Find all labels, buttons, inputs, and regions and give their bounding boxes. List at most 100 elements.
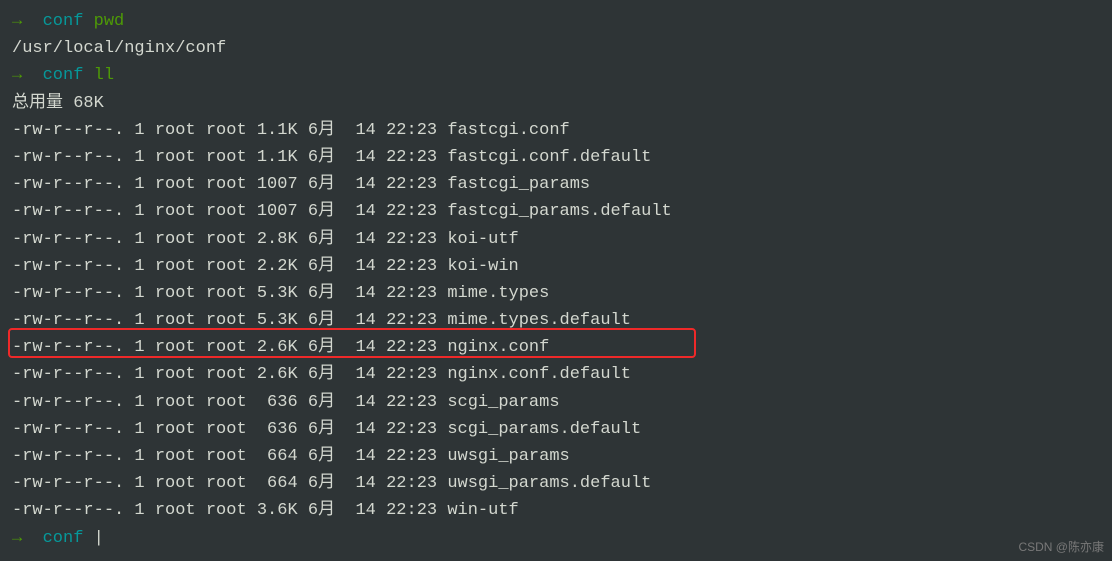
file-entry-row: -rw-r--r--. 1 root root 1.1K 6月 14 22:23… (12, 144, 1100, 171)
file-links: 1 (134, 257, 144, 276)
file-group: root (206, 257, 247, 276)
file-name: fastcgi.conf (447, 121, 569, 140)
ll-summary-text: 总用量 68K (12, 94, 104, 113)
file-entry-row: -rw-r--r--. 1 root root 636 6月 14 22:23 … (12, 416, 1100, 443)
file-size: 1.1K (257, 148, 298, 167)
file-size: 664 (257, 474, 298, 493)
file-links: 1 (134, 148, 144, 167)
file-owner: root (155, 148, 196, 167)
file-month: 6月 (308, 202, 335, 221)
file-day: 14 (355, 121, 375, 140)
file-name: uwsgi_params (447, 447, 569, 466)
file-name: win-utf (447, 501, 518, 520)
prompt-arrow-icon: → (12, 66, 22, 85)
file-owner: root (155, 121, 196, 140)
file-links: 1 (134, 202, 144, 221)
file-entry-row: -rw-r--r--. 1 root root 1007 6月 14 22:23… (12, 171, 1100, 198)
file-day: 14 (355, 447, 375, 466)
terminal-output[interactable]: → conf pwd/usr/local/nginx/conf→ conf ll… (12, 8, 1100, 552)
file-month: 6月 (308, 148, 335, 167)
file-entry-row: -rw-r--r--. 1 root root 5.3K 6月 14 22:23… (12, 307, 1100, 334)
file-day: 14 (355, 338, 375, 357)
file-group: root (206, 393, 247, 412)
file-time: 22:23 (386, 338, 437, 357)
file-links: 1 (134, 501, 144, 520)
file-size: 1.1K (257, 121, 298, 140)
file-group: root (206, 420, 247, 439)
file-month: 6月 (308, 501, 335, 520)
file-links: 1 (134, 121, 144, 140)
file-links: 1 (134, 393, 144, 412)
file-day: 14 (355, 501, 375, 520)
file-size: 3.6K (257, 501, 298, 520)
file-name: koi-utf (447, 230, 518, 249)
command-pwd: pwd (94, 12, 125, 31)
file-group: root (206, 365, 247, 384)
file-links: 1 (134, 311, 144, 330)
file-name: uwsgi_params.default (447, 474, 651, 493)
file-links: 1 (134, 365, 144, 384)
file-links: 1 (134, 447, 144, 466)
file-day: 14 (355, 365, 375, 384)
file-owner: root (155, 175, 196, 194)
file-day: 14 (355, 202, 375, 221)
file-permissions: -rw-r--r--. (12, 148, 124, 167)
file-permissions: -rw-r--r--. (12, 474, 124, 493)
file-month: 6月 (308, 420, 335, 439)
file-permissions: -rw-r--r--. (12, 501, 124, 520)
file-day: 14 (355, 230, 375, 249)
file-size: 2.8K (257, 230, 298, 249)
file-day: 14 (355, 148, 375, 167)
file-links: 1 (134, 284, 144, 303)
file-permissions: -rw-r--r--. (12, 420, 124, 439)
file-entry-row: -rw-r--r--. 1 root root 1007 6月 14 22:23… (12, 198, 1100, 225)
watermark-text: CSDN @陈亦康 (1018, 538, 1104, 557)
file-size: 5.3K (257, 311, 298, 330)
file-permissions: -rw-r--r--. (12, 365, 124, 384)
file-group: root (206, 501, 247, 520)
file-month: 6月 (308, 365, 335, 384)
pwd-output-path: /usr/local/nginx/conf (12, 39, 226, 58)
file-group: root (206, 311, 247, 330)
file-owner: root (155, 338, 196, 357)
command-ll: ll (94, 66, 114, 85)
file-month: 6月 (308, 121, 335, 140)
file-owner: root (155, 365, 196, 384)
file-time: 22:23 (386, 175, 437, 194)
file-permissions: -rw-r--r--. (12, 311, 124, 330)
file-name: scgi_params (447, 393, 559, 412)
file-links: 1 (134, 474, 144, 493)
file-owner: root (155, 501, 196, 520)
file-name: mime.types (447, 284, 549, 303)
file-group: root (206, 121, 247, 140)
file-size: 664 (257, 447, 298, 466)
file-permissions: -rw-r--r--. (12, 393, 124, 412)
prompt-directory: conf (43, 12, 84, 31)
file-time: 22:23 (386, 230, 437, 249)
file-name: fastcgi_params (447, 175, 590, 194)
file-size: 1007 (257, 202, 298, 221)
file-permissions: -rw-r--r--. (12, 121, 124, 140)
file-name: scgi_params.default (447, 420, 641, 439)
file-time: 22:23 (386, 501, 437, 520)
pwd-output-line: /usr/local/nginx/conf (12, 35, 1100, 62)
file-month: 6月 (308, 257, 335, 276)
file-day: 14 (355, 474, 375, 493)
file-name: mime.types.default (447, 311, 631, 330)
cursor-icon: | (94, 529, 104, 548)
file-group: root (206, 230, 247, 249)
file-entry-row: -rw-r--r--. 1 root root 5.3K 6月 14 22:23… (12, 280, 1100, 307)
file-month: 6月 (308, 230, 335, 249)
file-links: 1 (134, 338, 144, 357)
file-group: root (206, 202, 247, 221)
file-permissions: -rw-r--r--. (12, 338, 124, 357)
file-permissions: -rw-r--r--. (12, 257, 124, 276)
file-entry-row: -rw-r--r--. 1 root root 2.8K 6月 14 22:23… (12, 226, 1100, 253)
file-entry-row: -rw-r--r--. 1 root root 3.6K 6月 14 22:23… (12, 497, 1100, 524)
file-entry-row: -rw-r--r--. 1 root root 2.6K 6月 14 22:23… (12, 361, 1100, 388)
file-owner: root (155, 284, 196, 303)
file-permissions: -rw-r--r--. (12, 447, 124, 466)
file-owner: root (155, 202, 196, 221)
file-size: 2.6K (257, 338, 298, 357)
file-size: 1007 (257, 175, 298, 194)
